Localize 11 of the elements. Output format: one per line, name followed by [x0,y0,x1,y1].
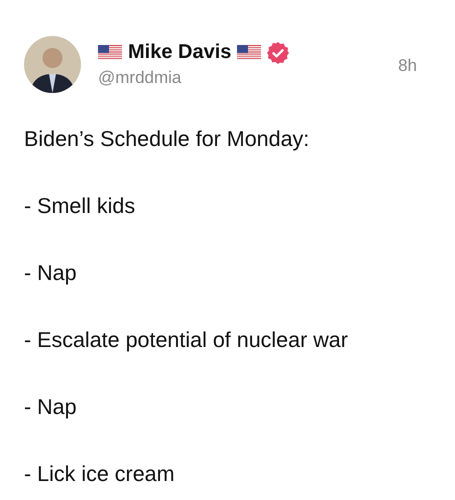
post-text-line: - Escalate potential of nuclear war [24,327,349,354]
author-name[interactable]: Mike Davis [128,41,232,64]
author-handle[interactable]: @mrddmia [98,68,382,88]
post-text-line: Biden’s Schedule for Monday: [24,126,310,153]
post-time: 8h [398,56,417,76]
post-text-line: - Nap [24,394,78,421]
post-text-line: - Lick ice cream [24,461,176,488]
post-text-line: - Nap [24,260,78,287]
flag-icon [98,45,122,60]
post-text-line: - Smell kids [24,193,136,220]
flag-icon [237,45,262,60]
